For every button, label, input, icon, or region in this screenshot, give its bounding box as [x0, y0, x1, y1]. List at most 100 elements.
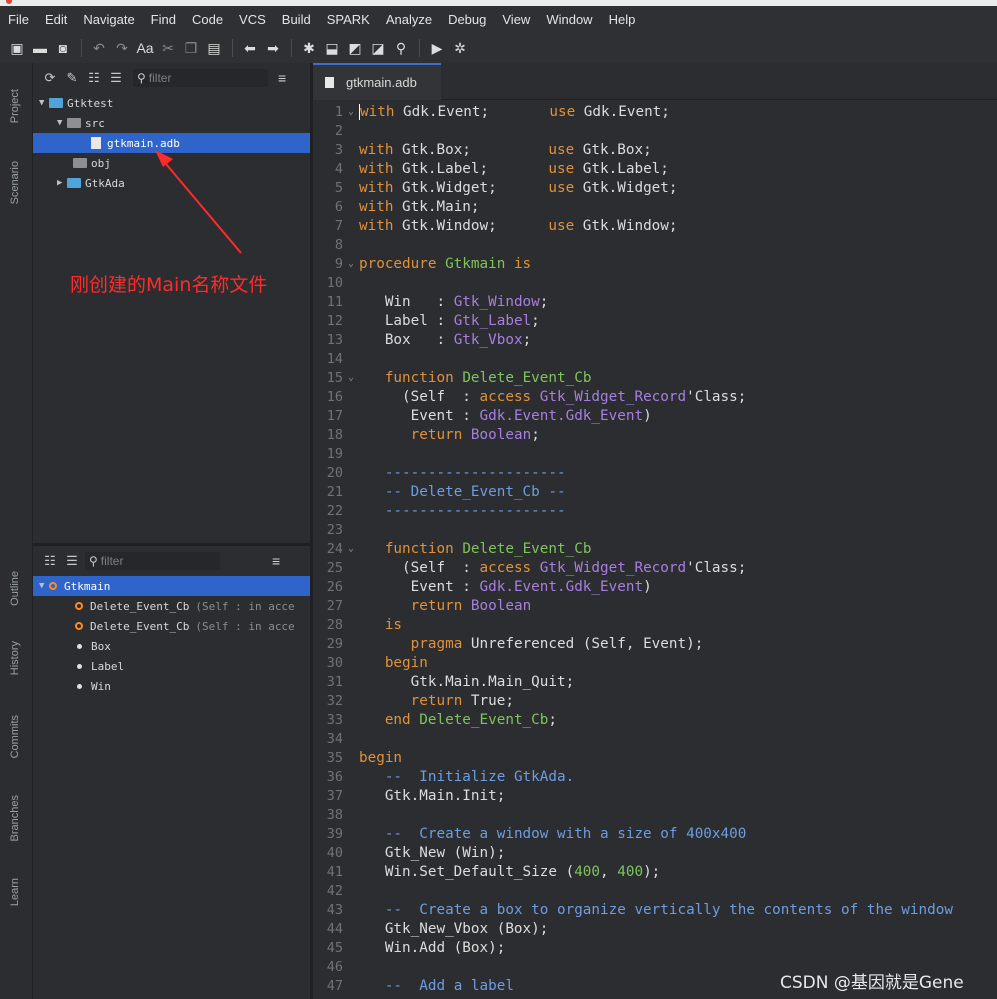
- fold-icon[interactable]: ⌄: [343, 106, 359, 117]
- outline-item-box[interactable]: Box: [33, 636, 310, 656]
- menu-file[interactable]: File: [0, 12, 37, 27]
- code-text: Win : Gtk_Window;: [359, 293, 549, 310]
- code-text: -- Create a window with a size of 400x40…: [384, 825, 747, 842]
- menu-find[interactable]: Find: [143, 12, 184, 27]
- code-text: -- Add a label: [384, 977, 514, 994]
- menu-spark[interactable]: SPARK: [319, 12, 378, 27]
- outline-signature: (Self : in acce: [195, 599, 295, 613]
- line-number: 8: [334, 236, 343, 253]
- line-number: 33: [326, 711, 343, 728]
- code-text: -- Delete_Event_Cb --: [384, 483, 566, 500]
- outline-item-delete-event-cb[interactable]: Delete_Event_Cb (Self : in acce: [33, 616, 310, 636]
- debug-icon[interactable]: ✲: [449, 37, 471, 59]
- code-text: Win.Add (Box);: [359, 939, 506, 956]
- annotation-arrow: [155, 150, 242, 254]
- code-line: 45 Win.Add (Box);: [313, 938, 997, 957]
- code-text: with Gtk.Window; use Gtk.Window;: [359, 217, 678, 234]
- save-icon[interactable]: ◙: [52, 37, 74, 59]
- build-all-icon[interactable]: ⬓: [321, 37, 343, 59]
- play-icon[interactable]: ▶: [426, 37, 448, 59]
- code-line: 24 ⌄ function Delete_Event_Cb: [313, 539, 997, 558]
- variable-icon: [77, 643, 82, 649]
- menu-vcs[interactable]: VCS: [231, 12, 274, 27]
- code-line: 10: [313, 273, 997, 292]
- tab-history[interactable]: History: [9, 641, 21, 675]
- fold-icon[interactable]: ⌄: [343, 258, 359, 269]
- code-text: function Delete_Event_Cb: [384, 540, 592, 557]
- tab-outline[interactable]: Outline: [9, 571, 21, 606]
- clean-icon[interactable]: ⚲: [390, 37, 412, 59]
- menu-window[interactable]: Window: [538, 12, 600, 27]
- cut-icon[interactable]: ✂: [157, 37, 179, 59]
- forward-icon[interactable]: ➡: [262, 37, 284, 59]
- line-number: 32: [326, 692, 343, 709]
- code-line: 44 Gtk_New_Vbox (Box);: [313, 919, 997, 938]
- code-line: 40 Gtk_New (Win);: [313, 843, 997, 862]
- code-line: 43 -- Create a box to organize verticall…: [313, 900, 997, 919]
- list-icon[interactable]: ☰: [61, 553, 83, 569]
- tab-commits[interactable]: Commits: [9, 715, 21, 758]
- outline-label: Delete_Event_Cb: [90, 619, 190, 633]
- close-dot-icon[interactable]: [6, 0, 12, 4]
- code-text: ---------------------: [384, 502, 566, 519]
- code-text: return Boolean: [410, 597, 532, 614]
- code-line: 8: [313, 235, 997, 254]
- new-file-icon[interactable]: ▣: [6, 37, 28, 59]
- code-text: begin: [359, 749, 403, 766]
- expand-arrow-icon[interactable]: ▼: [39, 581, 49, 591]
- outline-label: Gtkmain: [64, 579, 111, 593]
- code-area[interactable]: 1 ⌄ with Gdk.Event; use Gdk.Event; 2 3 with…: [313, 102, 997, 995]
- line-number: 35: [326, 749, 343, 766]
- line-number: 19: [326, 445, 343, 462]
- code-line: 3 with Gtk.Box; use Gtk.Box;: [313, 140, 997, 159]
- menu-edit[interactable]: Edit: [37, 12, 75, 27]
- outline-filter-input[interactable]: ⚲ filter: [85, 552, 220, 570]
- run-icon[interactable]: ◩: [344, 37, 366, 59]
- outline-label: Label: [91, 659, 125, 673]
- menu-view[interactable]: View: [494, 12, 538, 27]
- collapse-icon[interactable]: ☷: [39, 553, 61, 569]
- build-icon[interactable]: ✱: [298, 37, 320, 59]
- code-line: 6 with Gtk.Main;: [313, 197, 997, 216]
- undo-icon[interactable]: ↶: [88, 37, 110, 59]
- tab-branches[interactable]: Branches: [9, 795, 21, 841]
- paste-icon[interactable]: ▤: [203, 37, 225, 59]
- tab-learn[interactable]: Learn: [9, 878, 21, 906]
- code-line: 20 ---------------------: [313, 463, 997, 482]
- menu-help[interactable]: Help: [601, 12, 644, 27]
- fold-icon[interactable]: ⌄: [343, 372, 359, 383]
- menu-navigate[interactable]: Navigate: [75, 12, 142, 27]
- line-number: 11: [326, 293, 343, 310]
- line-number: 41: [326, 863, 343, 880]
- outline-item-gtkmain[interactable]: ▼ Gtkmain: [33, 576, 310, 596]
- back-icon[interactable]: ⬅: [239, 37, 261, 59]
- tab-label: gtkmain.adb: [346, 75, 417, 90]
- run-all-icon[interactable]: ◪: [367, 37, 389, 59]
- outline-item-delete-event-cb[interactable]: Delete_Event_Cb (Self : in acce: [33, 596, 310, 616]
- fold-icon[interactable]: ⌄: [343, 543, 359, 554]
- font-icon[interactable]: Aa: [134, 37, 156, 59]
- line-number: 5: [334, 179, 343, 196]
- menu-analyze[interactable]: Analyze: [378, 12, 440, 27]
- tab-scenario[interactable]: Scenario: [9, 161, 21, 204]
- menu-build[interactable]: Build: [274, 12, 319, 27]
- panel-menu-icon[interactable]: ≡: [272, 553, 280, 569]
- code-text: ---------------------: [384, 464, 566, 481]
- toolbar: ▣ ▬ ◙ ↶ ↷ Aa ✂ ❐ ▤ ⬅ ➡ ✱ ⬓ ◩ ◪ ⚲ ▶ ✲: [0, 33, 997, 63]
- redo-icon[interactable]: ↷: [111, 37, 133, 59]
- code-line: 14: [313, 349, 997, 368]
- open-folder-icon[interactable]: ▬: [29, 37, 51, 59]
- editor-tab-bar: gtkmain.adb: [313, 63, 997, 100]
- code-text: (Self : access Gtk_Widget_Record'Class;: [359, 388, 747, 405]
- menu-debug[interactable]: Debug: [440, 12, 494, 27]
- outline-item-label[interactable]: Label: [33, 656, 310, 676]
- side-tab-bar: Project Scenario Outline History Commits…: [0, 63, 33, 999]
- tab-project[interactable]: Project: [9, 89, 21, 123]
- search-icon: ⚲: [89, 554, 98, 568]
- menu-code[interactable]: Code: [184, 12, 231, 27]
- code-text: with Gtk.Widget; use Gtk.Widget;: [359, 179, 678, 196]
- menu-bar: File Edit Navigate Find Code VCS Build S…: [0, 6, 997, 33]
- copy-icon[interactable]: ❐: [180, 37, 202, 59]
- outline-item-win[interactable]: Win: [33, 676, 310, 696]
- tab-gtkmain-adb[interactable]: gtkmain.adb: [313, 63, 441, 100]
